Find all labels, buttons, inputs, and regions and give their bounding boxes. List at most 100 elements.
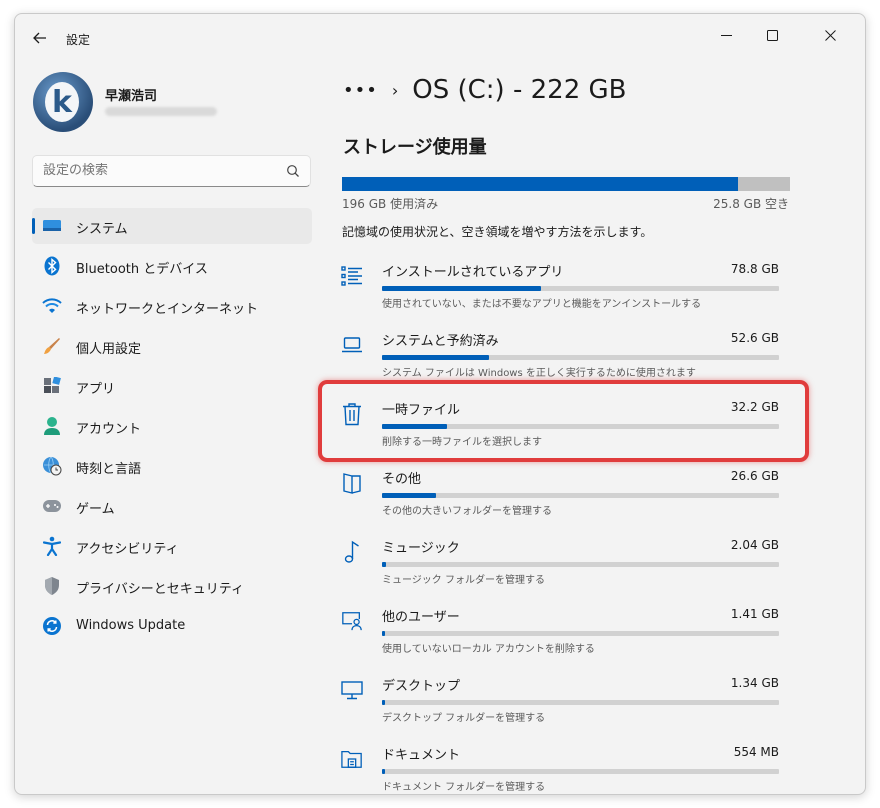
sidebar-item-bluetooth[interactable]: Bluetooth とデバイス [32, 248, 312, 284]
search-input[interactable] [43, 163, 273, 178]
sidebar-item-label: アクセシビリティ [76, 542, 179, 557]
category-description: 使用されていない、または不要なアプリと機能をアンインストールする [382, 299, 702, 310]
category-description: システム ファイルは Windows を正しく実行するために使用されます [382, 368, 696, 379]
apps-list-icon [341, 264, 363, 288]
category-size: 554 MB [733, 745, 779, 759]
category-size: 32.2 GB [730, 400, 779, 414]
used-space-label: 196 GB 使用済み [342, 197, 439, 211]
category-usage-fill [382, 700, 386, 705]
category-description: ミュージック フォルダーを管理する [382, 575, 545, 586]
desktop-icon [341, 678, 363, 702]
storage-description: 記憶域の使用状況と、空き領域を増やす方法を示します。 [342, 225, 653, 239]
breadcrumb: ••• › OS (C:) - 222 GB [343, 72, 627, 108]
minimize-button[interactable] [703, 20, 749, 50]
sidebar-item-label: 個人用設定 [76, 342, 142, 357]
sidebar-item-gaming[interactable]: ゲーム [32, 488, 312, 524]
settings-window: 設定 k 早瀬浩司 システム [14, 13, 866, 795]
category-size: 78.8 GB [730, 262, 779, 276]
accessibility-icon [42, 536, 62, 556]
arrow-left-icon [33, 32, 46, 44]
documents-folder-icon [341, 747, 363, 771]
sidebar-item-label: 時刻と言語 [76, 462, 142, 477]
close-button[interactable] [807, 20, 853, 50]
search-box[interactable] [32, 155, 311, 187]
music-icon [341, 540, 363, 564]
sidebar-item-accounts[interactable]: アカウント [32, 408, 312, 444]
storage-usage-bar [342, 177, 790, 191]
category-description: 使用していないローカル アカウントを削除する [382, 644, 595, 655]
profile-email-blurred [105, 107, 217, 116]
category-name: システムと予約済み [382, 334, 499, 349]
maximize-button[interactable] [749, 20, 795, 50]
category-name: 一時ファイル [382, 403, 461, 418]
sidebar-item-label: Bluetooth とデバイス [76, 262, 208, 277]
title-bar: 設定 [15, 14, 865, 60]
page-title: OS (C:) - 222 GB [412, 75, 627, 105]
category-desktop[interactable]: デスクトップ 1.34 GB デスクトップ フォルダーを管理する [337, 668, 785, 737]
sidebar-item-accessibility[interactable]: アクセシビリティ [32, 528, 312, 564]
category-size: 2.04 GB [730, 538, 779, 552]
wifi-icon [42, 296, 62, 316]
trash-icon [341, 402, 363, 426]
sidebar-item-privacy-security[interactable]: プライバシーとセキュリティ [32, 568, 312, 604]
category-usage-bar [382, 769, 779, 774]
storage-used-fill [342, 177, 739, 191]
category-usage-fill [382, 631, 386, 636]
shield-icon [42, 576, 62, 596]
category-usage-bar [382, 700, 779, 705]
category-documents[interactable]: ドキュメント 554 MB ドキュメント フォルダーを管理する [337, 737, 785, 794]
category-usage-fill [382, 493, 436, 498]
sidebar-item-label: ゲーム [76, 502, 115, 517]
category-system-reserved[interactable]: システムと予約済み 52.6 GB システム ファイルは Windows を正し… [337, 323, 785, 392]
update-icon [42, 616, 62, 636]
category-usage-fill [382, 562, 386, 567]
category-description: デスクトップ フォルダーを管理する [382, 713, 546, 724]
bluetooth-icon [42, 256, 62, 276]
category-usage-fill [382, 355, 490, 360]
account-icon [42, 416, 62, 436]
category-name: 他のユーザー [382, 610, 460, 625]
avatar-logo-icon: k [45, 82, 79, 122]
category-usage-fill [382, 769, 386, 774]
category-size: 26.6 GB [730, 469, 779, 483]
category-usage-fill [382, 286, 541, 291]
maximize-icon [766, 29, 778, 41]
sidebar-item-system[interactable]: システム [32, 208, 312, 244]
category-usage-bar [382, 562, 779, 567]
category-usage-bar [382, 355, 779, 360]
back-button[interactable] [27, 26, 53, 50]
category-size: 1.34 GB [730, 676, 779, 690]
user-monitor-icon [341, 609, 363, 633]
sidebar-item-label: プライバシーとセキュリティ [76, 582, 244, 597]
search-icon[interactable] [286, 164, 300, 178]
section-title: ストレージ使用量 [343, 137, 487, 158]
category-other[interactable]: その他 26.6 GB その他の大きいフォルダーを管理する [337, 461, 785, 530]
sidebar-item-label: アプリ [76, 382, 116, 397]
sidebar-item-personalization[interactable]: 個人用設定 [32, 328, 312, 364]
category-music[interactable]: ミュージック 2.04 GB ミュージック フォルダーを管理する [337, 530, 785, 599]
category-name: ドキュメント [382, 748, 461, 763]
category-installed-apps[interactable]: インストールされているアプリ 78.8 GB 使用されていない、または不要なアプ… [337, 254, 785, 323]
sidebar-item-time-language[interactable]: 時刻と言語 [32, 448, 312, 484]
sidebar-item-apps[interactable]: アプリ [32, 368, 312, 404]
category-name: インストールされているアプリ [382, 265, 564, 280]
close-icon [824, 29, 836, 41]
sidebar-item-label: ネットワークとインターネット [76, 302, 259, 317]
category-temporary-files[interactable]: 一時ファイル 32.2 GB 削除する一時ファイルを選択します [337, 392, 785, 461]
sidebar-item-network[interactable]: ネットワークとインターネット [32, 288, 312, 324]
sidebar-item-label: アカウント [76, 422, 142, 437]
category-other-users[interactable]: 他のユーザー 1.41 GB 使用していないローカル アカウントを削除する [337, 599, 785, 668]
sidebar-nav: システム Bluetooth とデバイス ネットワークとインターネット 個人用設… [32, 208, 312, 648]
breadcrumb-more-button[interactable]: ••• [343, 80, 378, 101]
minimize-icon [720, 34, 732, 36]
category-usage-bar [382, 631, 779, 636]
apps-icon [42, 376, 62, 396]
sidebar-item-windows-update[interactable]: Windows Update [32, 608, 312, 644]
chevron-right-icon: › [391, 80, 399, 100]
globe-clock-icon [42, 456, 62, 476]
category-size: 1.41 GB [730, 607, 779, 621]
category-usage-bar [382, 493, 779, 498]
category-usage-fill [382, 424, 448, 429]
gamepad-icon [42, 496, 62, 516]
sidebar-item-label: Windows Update [76, 618, 186, 633]
